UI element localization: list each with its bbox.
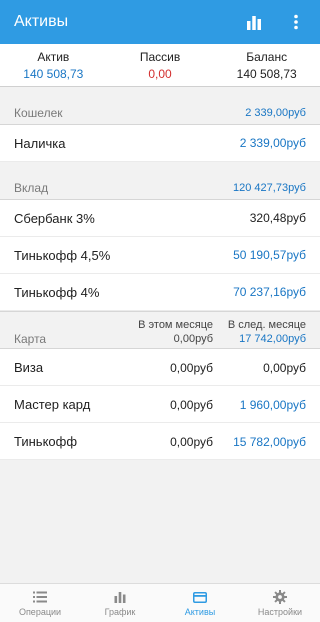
summary-active-value: 140 508,73 — [23, 67, 84, 81]
assets-list: Кошелек 2 339,00руб Наличка 2 339,00руб … — [0, 87, 320, 460]
nav-label: Активы — [184, 607, 216, 617]
summary-balance-label: Баланс — [246, 50, 288, 64]
spacer — [0, 87, 320, 101]
section-total: 2 339,00руб — [245, 106, 306, 119]
section-header-deposit[interactable]: Вклад 120 427,73руб — [0, 176, 320, 200]
summary-passive: Пассив 0,00 — [107, 44, 214, 86]
section-total: 120 427,73руб — [233, 181, 306, 194]
list-icon — [33, 589, 47, 605]
this-month-value: 0,00руб — [170, 398, 213, 412]
card-name: Мастер кард — [14, 397, 91, 412]
next-month-value: 0,00руб — [263, 361, 306, 375]
account-name: Сбербанк 3% — [14, 210, 95, 226]
this-month-value: 0,00руб — [170, 361, 213, 375]
section-name: Карта — [14, 332, 47, 346]
summary-bar: Актив 140 508,73 Пассив 0,00 Баланс 140 … — [0, 44, 320, 87]
page-title: Активы — [14, 13, 69, 30]
list-item[interactable]: Сбербанк 3% 320,48руб — [0, 200, 320, 237]
section-header-card[interactable]: Карта В этом месяце 0,00руб В след. меся… — [0, 311, 320, 349]
section-header-wallet[interactable]: Кошелек 2 339,00руб — [0, 101, 320, 125]
spacer — [0, 162, 320, 176]
bottom-navigation: Операции График Активы Настройки — [0, 583, 320, 622]
chart-button[interactable] — [240, 0, 268, 44]
next-month-value: 15 782,00руб — [233, 435, 306, 449]
nav-chart[interactable]: График — [80, 584, 160, 622]
list-item[interactable]: Тинькофф 4,5% 50 190,57руб — [0, 237, 320, 274]
summary-balance: Баланс 140 508,73 — [213, 44, 320, 86]
account-value: 50 190,57руб — [233, 248, 306, 262]
next-month-label: В след. месяце — [227, 319, 306, 331]
summary-active: Актив 140 508,73 — [0, 44, 107, 86]
list-item[interactable]: Мастер кард 0,00руб 1 960,00руб — [0, 386, 320, 423]
app-bar: Активы — [0, 0, 320, 44]
this-month-label: В этом месяце — [138, 319, 213, 331]
account-name: Тинькофф 4,5% — [14, 247, 111, 263]
list-item[interactable]: Тинькофф 4% 70 237,16руб — [0, 274, 320, 311]
summary-active-label: Актив — [37, 50, 70, 64]
section-name: Кошелек — [14, 105, 63, 120]
nav-operations[interactable]: Операции — [0, 584, 80, 622]
bar-chart-icon — [114, 589, 126, 605]
gear-icon — [273, 589, 287, 605]
nav-assets[interactable]: Активы — [160, 584, 240, 622]
account-name: Тинькофф 4% — [14, 284, 100, 300]
next-month-value: 1 960,00руб — [239, 398, 306, 412]
this-month-total: 0,00руб — [173, 333, 213, 345]
summary-balance-value: 140 508,73 — [236, 67, 297, 81]
more-menu-button[interactable] — [282, 0, 310, 44]
account-value: 70 237,16руб — [233, 285, 306, 299]
list-item[interactable]: Тинькофф 0,00руб 15 782,00руб — [0, 423, 320, 460]
list-item[interactable]: Виза 0,00руб 0,00руб — [0, 349, 320, 386]
account-name: Наличка — [14, 135, 66, 151]
more-vertical-icon — [294, 14, 298, 30]
nav-settings[interactable]: Настройки — [240, 584, 320, 622]
nav-label: Настройки — [257, 607, 303, 617]
credit-card-icon — [193, 589, 207, 605]
account-value: 320,48руб — [249, 211, 306, 225]
card-name: Тинькофф — [14, 434, 78, 449]
next-month-total: 17 742,00руб — [239, 333, 306, 345]
card-name: Виза — [14, 360, 44, 375]
summary-passive-label: Пассив — [139, 50, 181, 64]
nav-label: График — [104, 607, 136, 617]
account-value: 2 339,00руб — [239, 136, 306, 150]
bar-chart-icon — [247, 16, 261, 30]
next-month-column-header: В след. месяце 17 742,00руб — [228, 318, 306, 346]
nav-label: Операции — [18, 607, 62, 617]
summary-passive-value: 0,00 — [148, 67, 172, 81]
this-month-value: 0,00руб — [170, 435, 213, 449]
list-item[interactable]: Наличка 2 339,00руб — [0, 125, 320, 162]
this-month-column-header: В этом месяце 0,00руб — [138, 318, 213, 346]
section-name: Вклад — [14, 180, 49, 195]
